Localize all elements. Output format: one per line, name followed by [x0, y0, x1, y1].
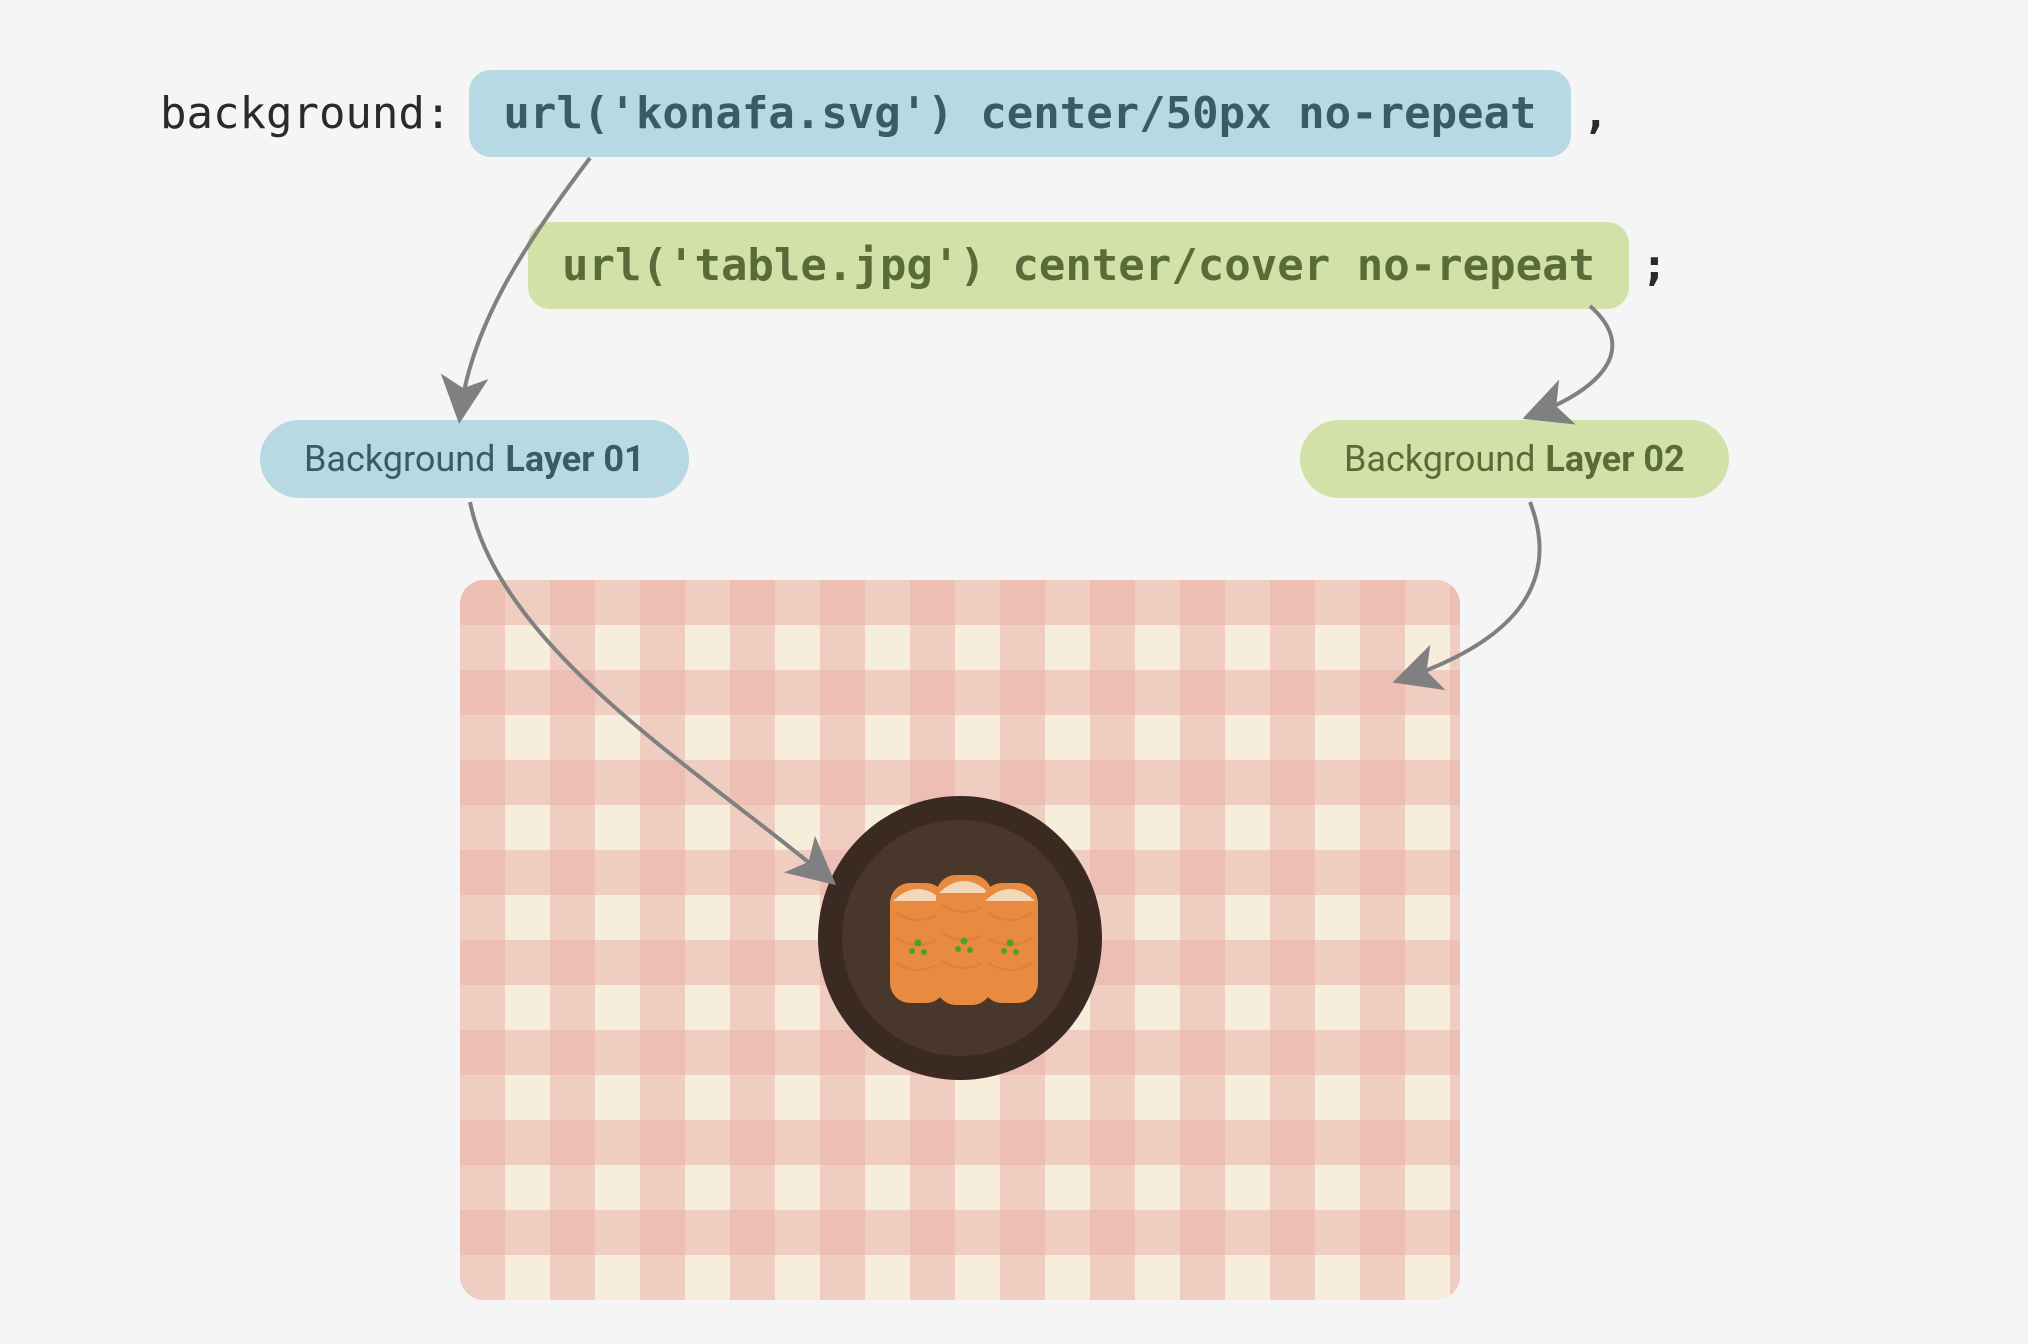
layer1-badge-bold: Layer 01: [505, 438, 644, 480]
layer1-badge-prefix: Background: [304, 438, 495, 480]
preview-box: [460, 580, 1460, 1300]
css-property-label: background:: [160, 88, 451, 139]
layer2-badge: Background Layer 02: [1300, 420, 1729, 498]
layer1-trailing-comma: ,: [1583, 88, 1610, 139]
layer1-code-pill: url('konafa.svg') center/50px no-repeat: [469, 70, 1570, 157]
konafa-icon: [815, 793, 1105, 1083]
konafa-plate: [815, 793, 1105, 1087]
layer2-badge-bold: Layer 02: [1545, 438, 1684, 480]
layer2-badge-prefix: Background: [1344, 438, 1535, 480]
layer2-code-pill: url('table.jpg') center/cover no-repeat: [528, 222, 1629, 309]
layer1-badge: Background Layer 01: [260, 420, 689, 498]
layer2-trailing-semicolon: ;: [1641, 240, 1668, 291]
